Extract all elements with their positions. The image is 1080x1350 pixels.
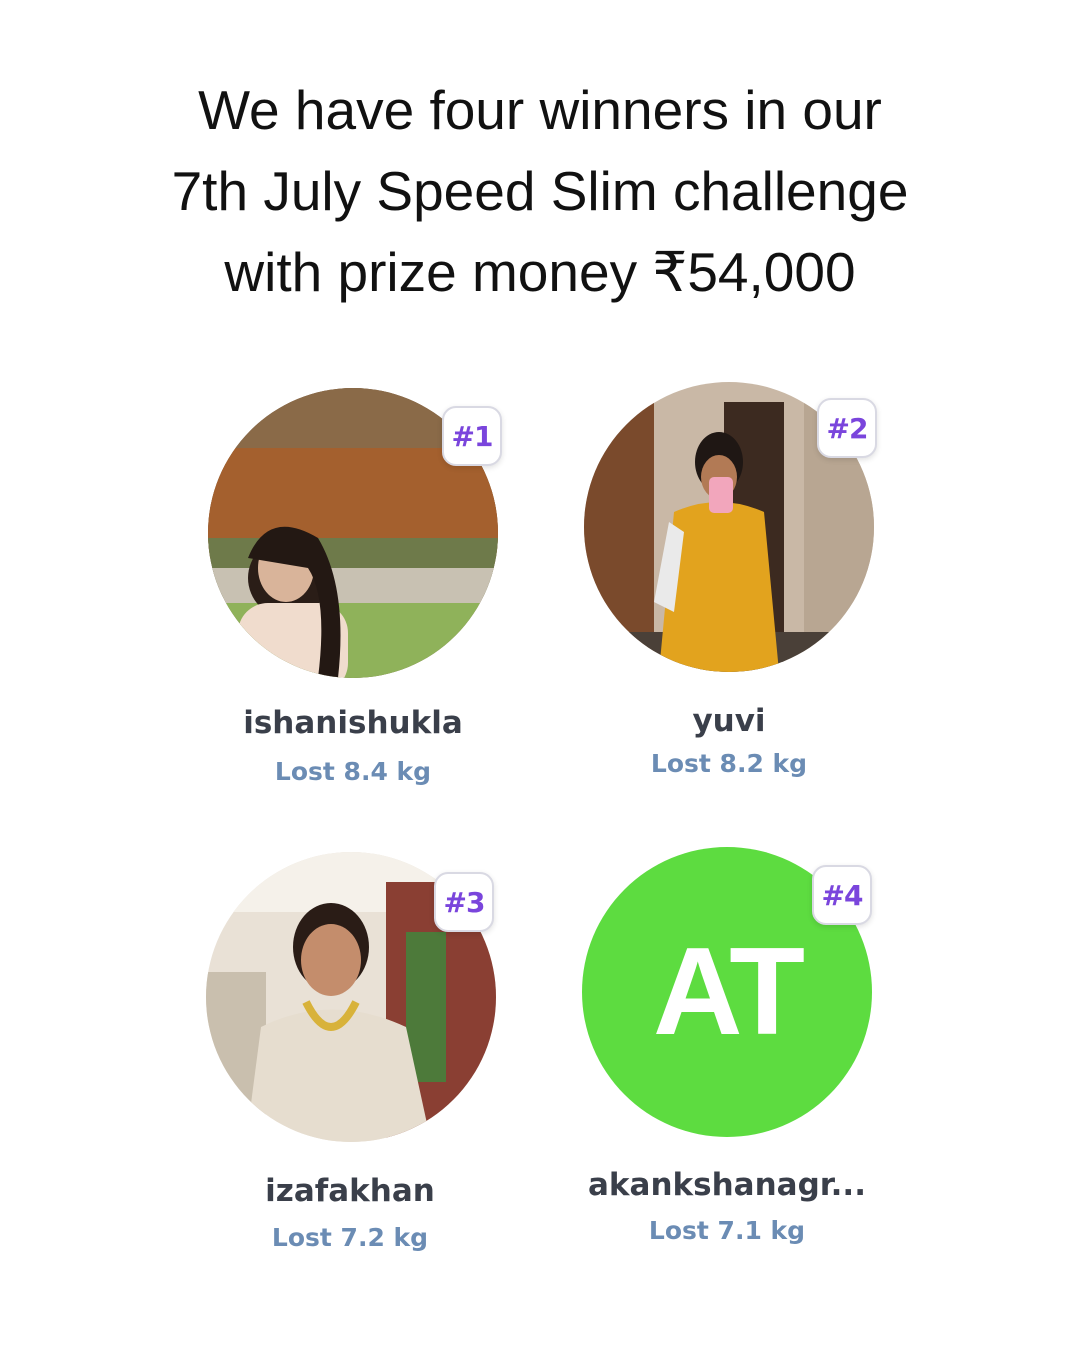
- winner-username: izafakhan: [265, 1173, 435, 1209]
- headline-line-1: We have four winners in our: [198, 79, 882, 141]
- winner-username: ishanishukla: [243, 705, 463, 741]
- winner-1-avatar-wrap: #1: [208, 388, 502, 678]
- rank-badge: #1: [442, 406, 502, 466]
- winner-weight-lost: Lost 7.1 kg: [648, 1216, 806, 1245]
- headline: We have four winners in our 7th July Spe…: [0, 70, 1080, 313]
- winner-weight-lost: Lost 8.4 kg: [274, 757, 432, 786]
- avatar-initials: AT: [652, 923, 805, 1061]
- winner-username: akankshanagr...: [588, 1167, 866, 1203]
- rank-badge: #2: [817, 398, 877, 458]
- rank-badge: #3: [434, 872, 494, 932]
- winner-4-avatar-wrap: AT #4: [582, 847, 872, 1137]
- winner-weight-lost: Lost 7.2 kg: [271, 1223, 429, 1252]
- winner-2-avatar-wrap: #2: [584, 382, 877, 672]
- winner-username: yuvi: [692, 703, 766, 739]
- headline-line-3: with prize money ₹54,000: [224, 241, 856, 303]
- rank-badge: #4: [812, 865, 872, 925]
- winner-3-avatar-wrap: #3: [206, 852, 496, 1142]
- winner-weight-lost: Lost 8.2 kg: [650, 749, 808, 778]
- headline-line-2: 7th July Speed Slim challenge: [171, 160, 909, 222]
